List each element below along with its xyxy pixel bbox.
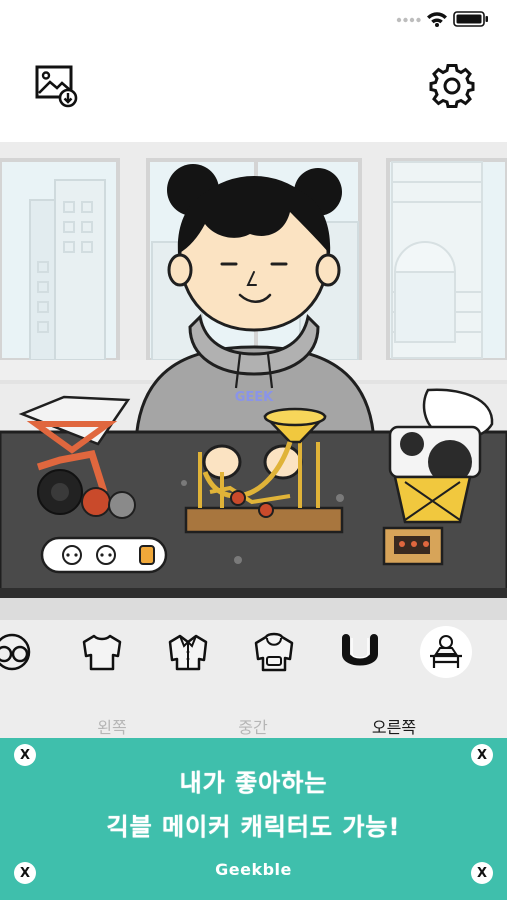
battery-icon <box>453 11 488 27</box>
window-right <box>386 158 507 362</box>
glasses-icon <box>0 633 31 671</box>
scene-illustration: GEEK <box>0 142 507 620</box>
category-shirt[interactable] <box>162 626 214 678</box>
ad-banner[interactable]: 내가 좋아하는 긱블 메이커 캐릭터도 가능! Geekble X X X X <box>0 738 507 900</box>
shirt-icon <box>168 634 208 671</box>
category-bar <box>0 620 507 684</box>
close-icon: X <box>19 747 31 763</box>
position-tabs: 왼쪽 중간 오른쪽 <box>0 684 507 740</box>
image-download-icon <box>35 65 78 108</box>
ad-headline-1: 내가 좋아하는 <box>179 769 328 797</box>
desk-item-power-strip <box>40 536 168 574</box>
window-left <box>0 158 120 362</box>
settings-button[interactable] <box>428 62 476 110</box>
category-tshirt[interactable] <box>76 626 128 678</box>
save-image-button[interactable] <box>32 62 80 110</box>
gear-icon <box>429 64 475 108</box>
top-toolbar <box>0 40 507 142</box>
hoodie-logo: GEEK <box>235 390 274 405</box>
category-magnet[interactable] <box>334 626 386 678</box>
category-hoodie[interactable] <box>248 626 300 678</box>
tab-right[interactable]: 오른쪽 <box>334 714 454 738</box>
desk-icon <box>430 635 462 668</box>
signal-dots-icon <box>396 17 421 23</box>
tab-middle[interactable]: 중간 <box>193 714 313 738</box>
ad-brand-logo: Geekble <box>215 860 292 879</box>
tab-left[interactable]: 왼쪽 <box>52 714 172 738</box>
category-desk[interactable] <box>420 626 472 678</box>
character-scene: GEEK <box>0 142 507 620</box>
ad-close-button-bottom-left[interactable]: X <box>14 862 36 884</box>
category-glasses[interactable] <box>0 626 38 678</box>
tshirt-icon <box>82 634 122 671</box>
close-icon: X <box>476 747 488 763</box>
wifi-icon <box>427 12 447 27</box>
ad-close-button-top-right[interactable]: X <box>471 744 493 766</box>
hoodie-icon <box>254 632 294 672</box>
ad-headline-2: 긱블 메이커 캐릭터도 가능! <box>106 813 401 841</box>
magnet-icon <box>342 634 378 666</box>
ad-close-button-top-left[interactable]: X <box>14 744 36 766</box>
close-icon: X <box>476 865 488 881</box>
close-icon: X <box>19 865 31 881</box>
ad-close-button-bottom-right[interactable]: X <box>471 862 493 884</box>
status-bar <box>0 0 507 40</box>
